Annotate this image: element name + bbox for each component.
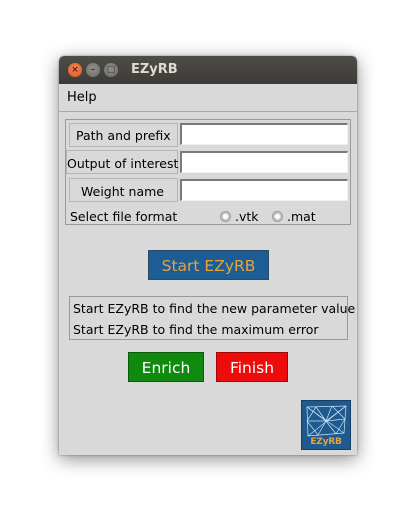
minimize-icon[interactable]: – xyxy=(86,63,100,77)
status-line-parameter: Start EZyRB to find the new parameter va… xyxy=(73,301,356,316)
status-frame: Start EZyRB to find the new parameter va… xyxy=(69,296,355,340)
app-window: × – □ EZyRB Help Path and prefix Output … xyxy=(59,56,357,455)
close-icon[interactable]: × xyxy=(68,63,82,77)
window-title: EZyRB xyxy=(131,62,178,77)
title-bar[interactable]: × – □ EZyRB xyxy=(59,56,357,84)
radio-mat[interactable] xyxy=(272,211,283,222)
mesh-graphic xyxy=(306,405,347,437)
output-label: Output of interest xyxy=(67,156,179,171)
radio-vtk-label[interactable]: .vtk xyxy=(235,209,259,224)
menu-bar: Help xyxy=(59,84,357,112)
ezyrb-logo-icon: EZyRB xyxy=(301,400,351,450)
status-line-error: Start EZyRB to find the maximum error xyxy=(73,322,319,337)
path-input[interactable] xyxy=(180,123,348,145)
radio-mat-label[interactable]: .mat xyxy=(287,209,316,224)
weight-input[interactable] xyxy=(180,179,348,201)
weight-label: Weight name xyxy=(81,184,164,199)
logo-text: EZyRB xyxy=(310,437,342,447)
maximize-icon[interactable]: □ xyxy=(104,63,118,77)
format-label: Select file format xyxy=(70,209,178,224)
input-form-frame: Path and prefix Output of interest Weigh… xyxy=(65,119,351,225)
start-ezyrb-button[interactable]: Start EZyRB xyxy=(148,250,269,280)
enrich-button[interactable]: Enrich xyxy=(128,352,204,382)
output-input[interactable] xyxy=(180,151,348,173)
finish-button[interactable]: Finish xyxy=(216,352,288,382)
path-label: Path and prefix xyxy=(76,128,171,143)
menu-item-help[interactable]: Help xyxy=(67,90,97,105)
radio-vtk[interactable] xyxy=(220,211,231,222)
